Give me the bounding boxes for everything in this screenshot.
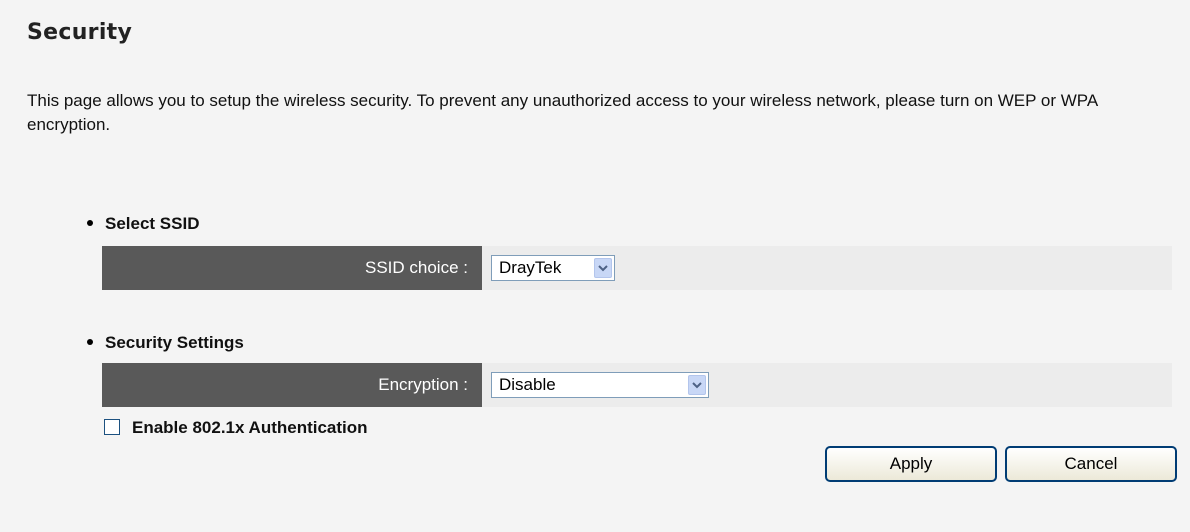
ssid-choice-select[interactable]: DrayTek: [491, 255, 615, 281]
auth-8021x-option: Enable 802.1x Authentication: [104, 418, 368, 438]
apply-button[interactable]: Apply: [825, 446, 997, 482]
cancel-button[interactable]: Cancel: [1005, 446, 1177, 482]
bullet-icon: [87, 338, 93, 345]
page-description: This page allows you to setup the wirele…: [27, 91, 1098, 134]
chevron-down-icon[interactable]: [594, 258, 612, 278]
bullet-icon: [87, 219, 93, 226]
ssid-section-heading: Select SSID: [87, 214, 200, 234]
page-title: Security: [27, 20, 133, 45]
ssid-choice-row: SSID choice : DrayTek: [102, 246, 1172, 290]
security-page: Security This page allows you to setup t…: [0, 0, 1190, 532]
security-section-heading-text: Security Settings: [105, 333, 244, 352]
encryption-value: Disable: [499, 375, 556, 394]
security-section-heading: Security Settings: [87, 333, 244, 353]
chevron-down-icon[interactable]: [688, 375, 706, 395]
encryption-row: Encryption : Disable: [102, 363, 1172, 407]
auth-8021x-checkbox[interactable]: [104, 418, 120, 435]
ssid-choice-value: DrayTek: [499, 258, 562, 277]
ssid-choice-label: SSID choice :: [102, 246, 482, 290]
ssid-section-heading-text: Select SSID: [105, 214, 200, 233]
auth-8021x-label: Enable 802.1x Authentication: [132, 418, 368, 437]
encryption-label: Encryption :: [102, 363, 482, 407]
encryption-select[interactable]: Disable: [491, 372, 709, 398]
